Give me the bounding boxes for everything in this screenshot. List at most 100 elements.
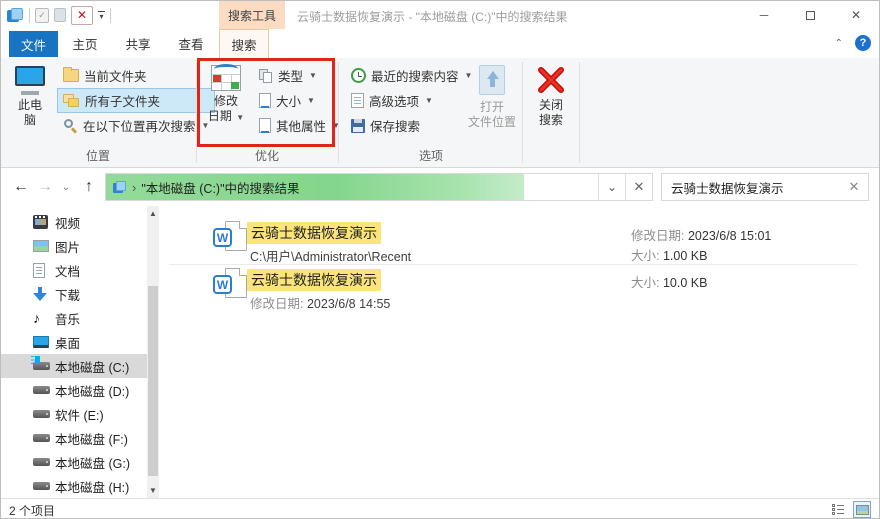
list-separator bbox=[169, 264, 857, 265]
tab-share[interactable]: 共享 bbox=[116, 29, 160, 58]
search-box: ✕ bbox=[661, 173, 869, 201]
file-path: C:\用户\Administrator\Recent bbox=[250, 250, 412, 264]
tab-file[interactable]: 文件 bbox=[9, 31, 58, 57]
drive-icon bbox=[33, 410, 50, 418]
status-bar: 2 个项目 bbox=[1, 498, 879, 518]
current-folder-button[interactable]: 当前文件夹 bbox=[57, 63, 215, 88]
date-modified-button[interactable]: 修改 日期 ▼ bbox=[203, 62, 249, 144]
details-view-icon[interactable] bbox=[829, 501, 847, 518]
explorer-logo-icon[interactable] bbox=[7, 7, 24, 23]
customize-qat-icon[interactable]: ▾ bbox=[98, 11, 105, 21]
kind-button[interactable]: 类型 ▼ bbox=[253, 63, 346, 88]
file-size-detail: 大小: 10.0 KB bbox=[631, 276, 708, 290]
group-label-options: 选项 bbox=[418, 149, 443, 163]
sidebar-item-documents[interactable]: 文档 bbox=[1, 258, 147, 282]
sidebar-item-local-disk-g[interactable]: 本地磁盘 (G:) bbox=[1, 450, 147, 474]
sidebar-item-local-disk-c[interactable]: 本地磁盘 (C:) bbox=[1, 354, 147, 378]
film-icon bbox=[33, 215, 48, 229]
breadcrumb[interactable]: "本地磁盘 (C:)"中的搜索结果 bbox=[141, 178, 299, 197]
scrollbar-thumb[interactable] bbox=[148, 286, 158, 476]
up-icon[interactable]: ↑ bbox=[77, 168, 101, 206]
breadcrumb-chevron-icon: › bbox=[132, 179, 137, 195]
ribbon-tab-row: 文件 主页 共享 查看 搜索 ⌃ ? bbox=[1, 29, 879, 58]
address-dropdown-icon[interactable]: ⌄ bbox=[598, 174, 625, 200]
floppy-icon bbox=[351, 118, 365, 133]
clear-search-icon[interactable]: ✕ bbox=[840, 174, 868, 200]
minimize-button[interactable]: ─ bbox=[741, 1, 787, 29]
back-icon[interactable]: ← bbox=[9, 168, 33, 206]
picture-icon bbox=[33, 240, 49, 252]
sidebar-item-local-disk-f[interactable]: 本地磁盘 (F:) bbox=[1, 426, 147, 450]
sidebar-item-software-e[interactable]: 软件 (E:) bbox=[1, 402, 147, 426]
sidebar-item-downloads[interactable]: 下载 bbox=[1, 282, 147, 306]
thumbnail-view-icon[interactable] bbox=[853, 501, 871, 518]
music-note-icon: ♪ bbox=[33, 310, 40, 326]
open-file-location-button[interactable]: 打开 文件位置 bbox=[463, 62, 521, 144]
scroll-down-icon[interactable]: ▼ bbox=[147, 483, 159, 498]
tab-search[interactable]: 搜索 bbox=[219, 29, 269, 58]
size-button[interactable]: 大小 ▼ bbox=[253, 88, 346, 113]
group-label-refine: 优化 bbox=[254, 149, 279, 163]
all-subfolders-button[interactable]: 所有子文件夹 bbox=[57, 88, 216, 113]
search-input[interactable] bbox=[662, 174, 840, 200]
document-icon bbox=[33, 262, 45, 278]
properties-page-icon bbox=[259, 118, 271, 133]
explorer-window: ✓ ✕ ▾ 搜索工具 云骑士数据恢复演示 - "本地磁盘 (C:)"中的搜索结果… bbox=[0, 0, 880, 519]
stop-refresh-icon[interactable]: ✕ bbox=[625, 174, 652, 200]
computer-icon bbox=[13, 65, 47, 95]
download-arrow-icon bbox=[33, 286, 47, 302]
system-drive-icon bbox=[33, 362, 50, 370]
close-search-button[interactable]: 关闭 搜索 bbox=[528, 62, 574, 144]
qat-close-icon[interactable]: ✕ bbox=[71, 5, 93, 25]
history-dropdown-icon[interactable]: ⌄ bbox=[57, 168, 75, 206]
search-again-in-button[interactable]: 在以下位置再次搜索 ▼ bbox=[57, 113, 215, 138]
recent-searches-button[interactable]: 最近的搜索内容 ▼ bbox=[345, 63, 478, 88]
sidebar-item-local-disk-d[interactable]: 本地磁盘 (D:) bbox=[1, 378, 147, 402]
contextual-tab-search-tools[interactable]: 搜索工具 bbox=[219, 1, 285, 29]
scroll-up-icon[interactable]: ▲ bbox=[147, 206, 159, 221]
this-pc-button[interactable]: 此电脑 bbox=[7, 62, 53, 144]
file-date-detail: 修改日期: 2023/6/8 15:01 bbox=[631, 229, 772, 243]
properties-icon[interactable]: ✓ bbox=[35, 7, 49, 23]
red-x-icon bbox=[538, 67, 564, 93]
sidebar-item-local-disk-h[interactable]: 本地磁盘 (H:) bbox=[1, 474, 147, 498]
advanced-options-button[interactable]: 高级选项 ▼ bbox=[345, 88, 478, 113]
title-bar: ✓ ✕ ▾ 搜索工具 云骑士数据恢复演示 - "本地磁盘 (C:)"中的搜索结果… bbox=[1, 1, 879, 29]
word-file-icon: W bbox=[213, 268, 247, 306]
ribbon: 此电脑 当前文件夹 所有子文件夹 在以下位置再次搜索 ▼ 位置 修改 日期 ▼ … bbox=[1, 58, 879, 168]
collapse-ribbon-icon[interactable]: ⌃ bbox=[835, 38, 843, 49]
group-separator bbox=[338, 62, 339, 163]
new-folder-icon[interactable] bbox=[54, 8, 66, 22]
sidebar-item-music[interactable]: ♪ 音乐 bbox=[1, 306, 147, 330]
maximize-button[interactable] bbox=[787, 1, 833, 29]
calendar-icon bbox=[211, 64, 241, 91]
window-title: 云骑士数据恢复演示 - "本地磁盘 (C:)"中的搜索结果 bbox=[297, 10, 568, 24]
navigation-bar: ← → ⌄ ↑ › "本地磁盘 (C:)"中的搜索结果 ⌄ ✕ ✕ bbox=[1, 168, 879, 206]
file-date-subtitle: 修改日期: 2023/6/8 14:55 bbox=[250, 297, 391, 311]
group-label-location: 位置 bbox=[85, 149, 110, 163]
drive-icon bbox=[33, 386, 50, 394]
tab-view[interactable]: 查看 bbox=[169, 29, 213, 58]
group-separator bbox=[522, 62, 523, 163]
item-count: 2 个项目 bbox=[9, 504, 56, 518]
help-icon[interactable]: ? bbox=[855, 35, 871, 51]
close-button[interactable]: ✕ bbox=[833, 1, 879, 29]
save-search-button[interactable]: 保存搜索 bbox=[345, 113, 478, 138]
quick-access-toolbar: ✓ ✕ ▾ bbox=[7, 4, 111, 26]
file-name-highlighted[interactable]: 云骑士数据恢复演示 bbox=[247, 222, 381, 244]
folder-icon bbox=[63, 67, 79, 82]
window-controls: ─ ✕ bbox=[741, 1, 879, 29]
magnifier-icon bbox=[63, 118, 78, 134]
sidebar-scrollbar[interactable]: ▲ ▼ bbox=[147, 206, 159, 498]
address-bar[interactable]: › "本地磁盘 (C:)"中的搜索结果 ⌄ ✕ bbox=[105, 173, 653, 201]
sidebar-item-desktop[interactable]: 桌面 bbox=[1, 330, 147, 354]
file-name-highlighted[interactable]: 云骑士数据恢复演示 bbox=[247, 269, 381, 291]
other-properties-button[interactable]: 其他属性 ▼ bbox=[253, 113, 346, 138]
clock-icon bbox=[351, 68, 366, 83]
tab-home[interactable]: 主页 bbox=[63, 29, 107, 58]
sidebar-item-pictures[interactable]: 图片 bbox=[1, 234, 147, 258]
open-location-icon bbox=[475, 65, 509, 97]
sidebar-item-videos[interactable]: 视频 bbox=[1, 210, 147, 234]
forward-icon[interactable]: → bbox=[33, 168, 57, 206]
pages-icon bbox=[259, 68, 273, 83]
